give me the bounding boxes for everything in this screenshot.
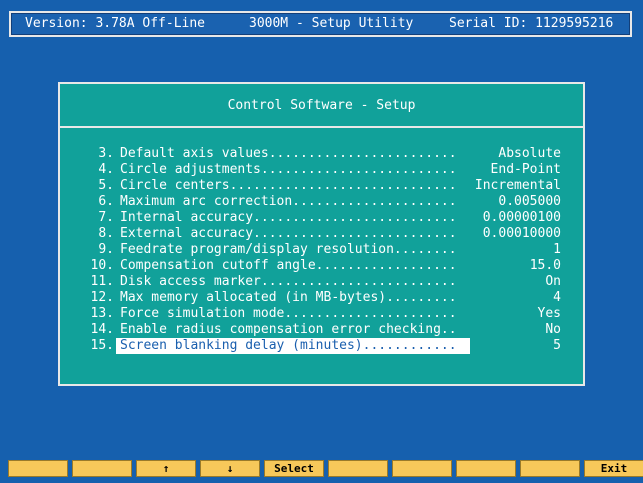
- setting-number: 11.: [90, 274, 114, 289]
- settings-list: 3. Default axis values...................…: [60, 146, 583, 354]
- function-key-bar: ↑ ↓ Select Exit: [8, 460, 643, 477]
- setting-number: 6.: [98, 194, 114, 209]
- setting-label[interactable]: Circle adjustments......................…: [116, 162, 470, 178]
- setting-label[interactable]: Default axis values.....................…: [116, 146, 470, 162]
- setting-number: 5.: [98, 178, 114, 193]
- setting-value: 5: [553, 338, 561, 353]
- f1-key[interactable]: [8, 460, 68, 477]
- setting-number: 3.: [98, 146, 114, 161]
- f8-key[interactable]: [456, 460, 516, 477]
- setting-value: 1: [553, 242, 561, 257]
- version-text: Version: 3.78A Off-Line: [25, 16, 206, 31]
- f2-key[interactable]: [72, 460, 132, 477]
- setting-value: Absolute: [498, 146, 561, 161]
- setting-row[interactable]: 11. Disk access marker...................…: [60, 274, 583, 290]
- setting-number: 15.: [90, 338, 114, 353]
- setting-number: 14.: [90, 322, 114, 337]
- setting-number: 4.: [98, 162, 114, 177]
- f6-key[interactable]: [328, 460, 388, 477]
- f9-key[interactable]: [520, 460, 580, 477]
- dialog-title: Control Software - Setup: [227, 98, 416, 113]
- setting-label[interactable]: Screen blanking delay (minutes).........…: [116, 338, 470, 354]
- setting-label[interactable]: Circle centers..........................…: [116, 178, 470, 194]
- select-button[interactable]: Select: [264, 460, 324, 477]
- setting-value: 15.0: [529, 258, 561, 273]
- setting-row[interactable]: 9. Feedrate program/display resolution...…: [60, 242, 583, 258]
- down-arrow-key[interactable]: ↓: [200, 460, 260, 477]
- setting-label[interactable]: Maximum arc correction..................…: [116, 194, 470, 210]
- setting-row[interactable]: 15. Screen blanking delay (minutes)......…: [60, 338, 583, 354]
- setup-dialog: Control Software - Setup 3. Default axis …: [58, 82, 585, 386]
- setting-row[interactable]: 8. External accuracy.....................…: [60, 226, 583, 242]
- setting-row[interactable]: 7. Internal accuracy.....................…: [60, 210, 583, 226]
- setting-label[interactable]: Feedrate program/display resolution.....…: [116, 242, 470, 258]
- up-arrow-key[interactable]: ↑: [136, 460, 196, 477]
- setting-value: No: [545, 322, 561, 337]
- setting-row[interactable]: 4. Circle adjustments....................…: [60, 162, 583, 178]
- setting-row[interactable]: 12. Max memory allocated (in MB-bytes)...…: [60, 290, 583, 306]
- setting-number: 8.: [98, 226, 114, 241]
- setting-label[interactable]: External accuracy.......................…: [116, 226, 470, 242]
- setting-number: 13.: [90, 306, 114, 321]
- setting-value: 0.00000100: [482, 210, 561, 225]
- setting-row[interactable]: 10. Compensation cutoff angle............…: [60, 258, 583, 274]
- setting-row[interactable]: 6. Maximum arc correction................…: [60, 194, 583, 210]
- dialog-divider: [60, 126, 583, 128]
- setting-label[interactable]: Disk access marker......................…: [116, 274, 470, 290]
- setting-value: On: [545, 274, 561, 289]
- setting-row[interactable]: 5. Circle centers........................…: [60, 178, 583, 194]
- setting-number: 7.: [98, 210, 114, 225]
- setting-value: 0.005000: [498, 194, 561, 209]
- setting-value: End-Point: [490, 162, 561, 177]
- setting-number: 12.: [90, 290, 114, 305]
- setting-number: 9.: [98, 242, 114, 257]
- setting-number: 10.: [90, 258, 114, 273]
- title-bar: Version: 3.78A Off-Line 3000M - Setup Ut…: [9, 11, 632, 37]
- setting-label[interactable]: Force simulation mode...................…: [116, 306, 470, 322]
- setup-screen: Version: 3.78A Off-Line 3000M - Setup Ut…: [0, 0, 643, 483]
- setting-value: Yes: [537, 306, 561, 321]
- setting-value: 0.00010000: [482, 226, 561, 241]
- exit-button[interactable]: Exit: [584, 460, 643, 477]
- setting-row[interactable]: 3. Default axis values...................…: [60, 146, 583, 162]
- setting-label[interactable]: Enable radius compensation error checkin…: [116, 322, 470, 338]
- setting-label[interactable]: Max memory allocated (in MB-bytes)......…: [116, 290, 470, 306]
- setting-value: 4: [553, 290, 561, 305]
- setting-row[interactable]: 13. Force simulation mode................…: [60, 306, 583, 322]
- app-title: 3000M - Setup Utility: [249, 16, 414, 31]
- setting-label[interactable]: Compensation cutoff angle...............…: [116, 258, 470, 274]
- serial-id-text: Serial ID: 1129595216: [449, 16, 614, 31]
- setting-value: Incremental: [474, 178, 561, 193]
- setting-label[interactable]: Internal accuracy.......................…: [116, 210, 470, 226]
- setting-row[interactable]: 14. Enable radius compensation error chec…: [60, 322, 583, 338]
- f7-key[interactable]: [392, 460, 452, 477]
